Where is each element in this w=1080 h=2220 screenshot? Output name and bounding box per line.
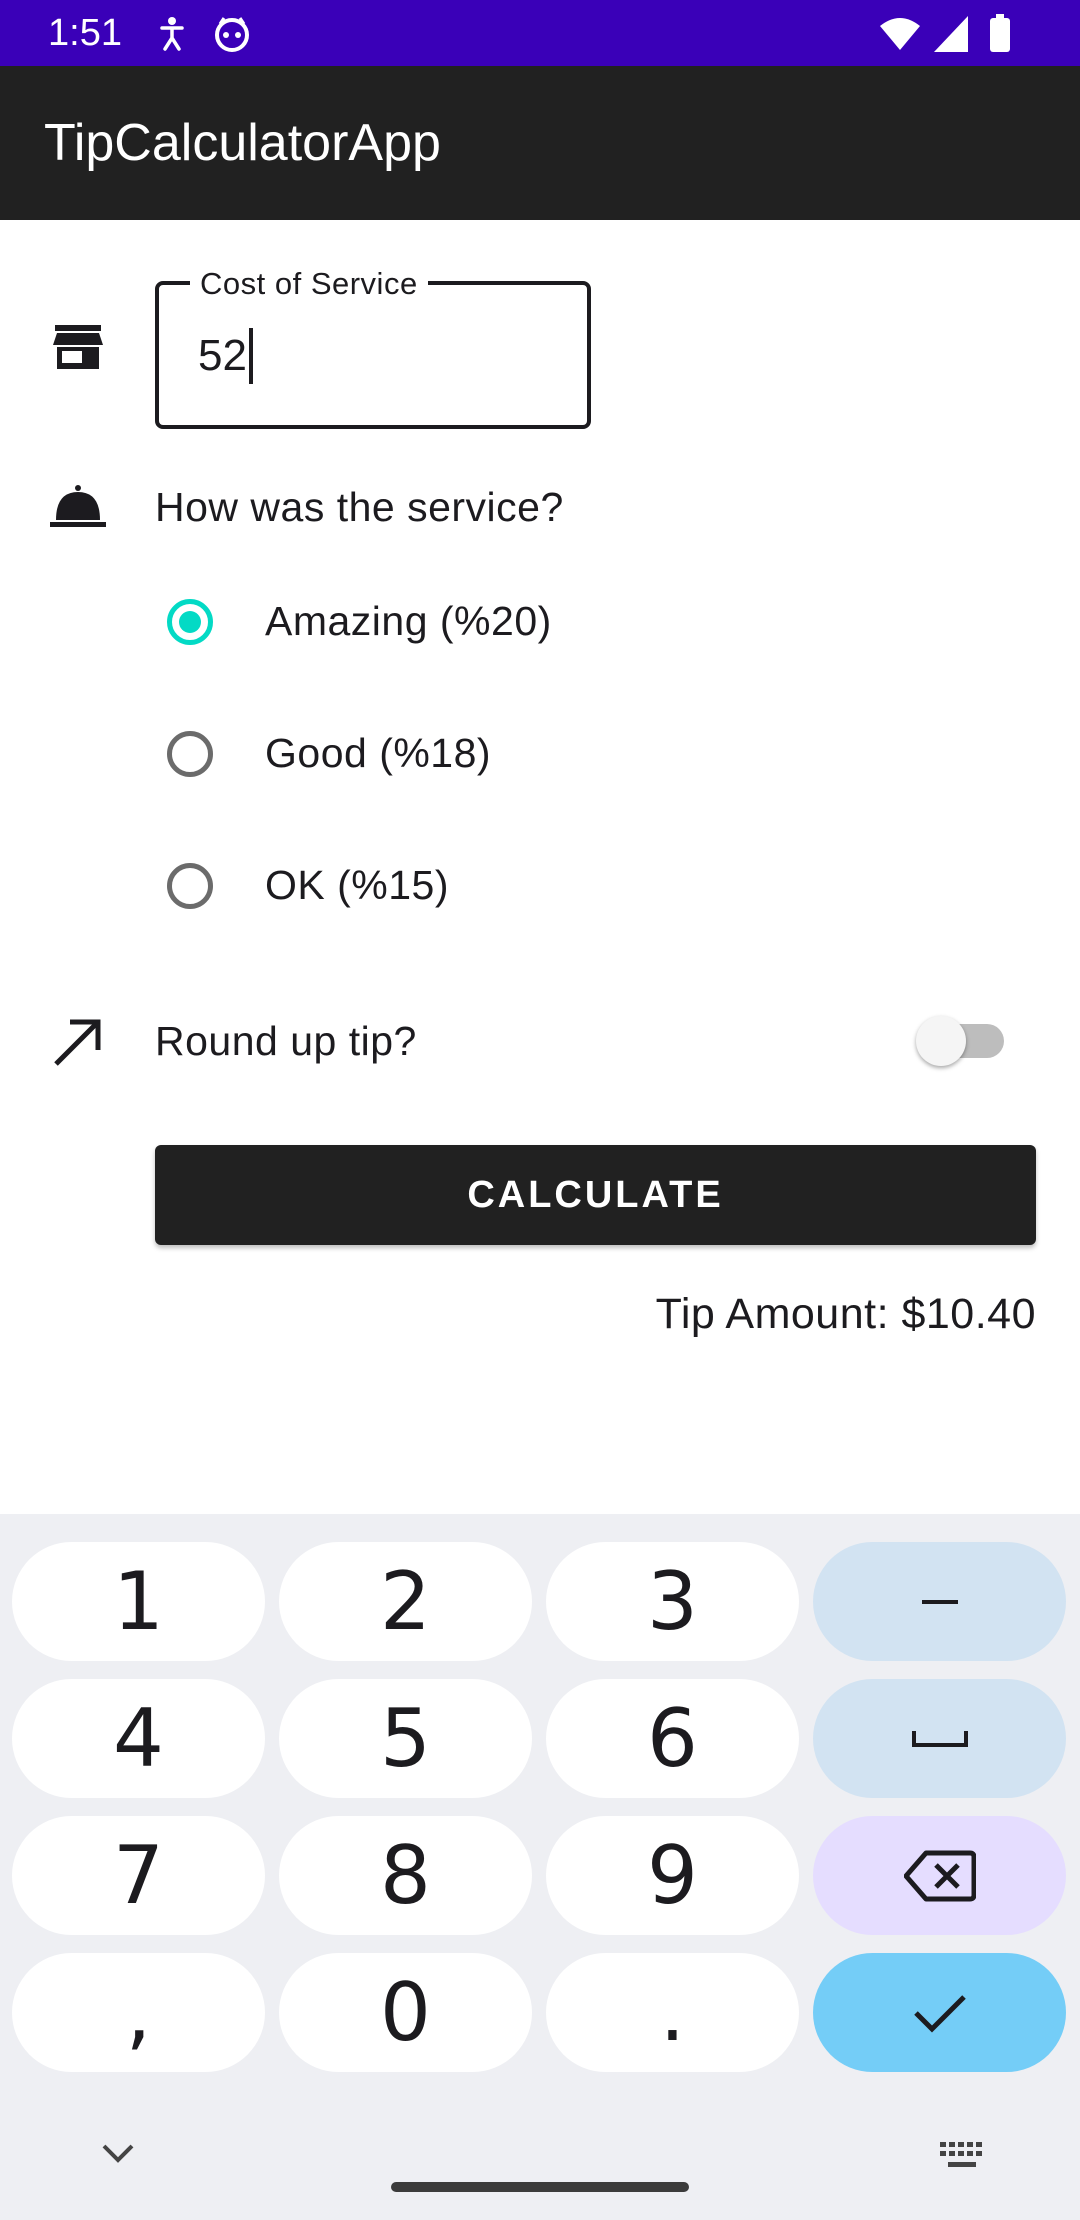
- key-3[interactable]: 3: [546, 1542, 799, 1661]
- radio-label-good: Good (%18): [265, 730, 492, 776]
- key-8[interactable]: 8: [279, 1816, 532, 1935]
- key-comma[interactable]: ,: [12, 1953, 265, 2072]
- app-title: TipCalculatorApp: [44, 114, 441, 172]
- key-space[interactable]: [813, 1679, 1066, 1798]
- key-2[interactable]: 2: [279, 1542, 532, 1661]
- keyboard-icon[interactable]: [936, 2138, 988, 2174]
- home-indicator[interactable]: [391, 2182, 689, 2192]
- radio-label-ok: OK (%15): [265, 862, 449, 908]
- text-cursor: [249, 328, 253, 384]
- radio-option-good[interactable]: Good (%18): [155, 705, 755, 815]
- space-icon: [911, 1730, 968, 1747]
- key-5[interactable]: 5: [279, 1679, 532, 1798]
- key-0[interactable]: 0: [279, 1953, 532, 2072]
- checkmark-icon: [913, 1994, 966, 2033]
- key-enter[interactable]: [813, 1953, 1066, 2072]
- service-question: How was the service?: [155, 484, 564, 530]
- round-up-switch-thumb[interactable]: [916, 1016, 966, 1066]
- key-period[interactable]: .: [546, 1953, 799, 2072]
- store-icon: [48, 318, 108, 378]
- cell-signal-icon: [930, 12, 974, 56]
- key-6[interactable]: 6: [546, 1679, 799, 1798]
- cost-of-service-label: Cost of Service: [190, 264, 428, 304]
- backspace-icon: [903, 1850, 976, 1901]
- key-9[interactable]: 9: [546, 1816, 799, 1935]
- accessibility-icon: [150, 12, 194, 56]
- radio-option-amazing[interactable]: Amazing (%20): [155, 573, 755, 683]
- tip-amount: Tip Amount: $10.40: [655, 1290, 1036, 1338]
- radio-option-ok[interactable]: OK (%15): [155, 837, 755, 947]
- wifi-icon: [878, 12, 922, 56]
- numeric-keyboard: 1 2 3 4 5 6 7 8 9 , 0 .: [0, 1514, 1080, 2220]
- trending-arrow-icon: [48, 1012, 108, 1072]
- radio-label-amazing: Amazing (%20): [265, 598, 552, 644]
- radio-button-ok[interactable]: [167, 863, 213, 909]
- room-service-icon: [48, 476, 108, 536]
- key-minus[interactable]: [813, 1542, 1066, 1661]
- round-up-label: Round up tip?: [155, 1018, 417, 1064]
- key-7[interactable]: 7: [12, 1816, 265, 1935]
- calculate-button[interactable]: CALCULATE: [155, 1145, 1036, 1245]
- chevron-down-icon[interactable]: [96, 2136, 140, 2172]
- android-face-icon: [210, 12, 254, 56]
- minus-icon: [921, 1599, 958, 1604]
- radio-button-good[interactable]: [167, 731, 213, 777]
- key-backspace[interactable]: [813, 1816, 1066, 1935]
- status-time: 1:51: [48, 12, 122, 54]
- battery-icon: [978, 12, 1022, 56]
- key-1[interactable]: 1: [12, 1542, 265, 1661]
- radio-button-amazing[interactable]: [167, 599, 213, 645]
- key-4[interactable]: 4: [12, 1679, 265, 1798]
- cost-of-service-value[interactable]: 52: [198, 326, 247, 386]
